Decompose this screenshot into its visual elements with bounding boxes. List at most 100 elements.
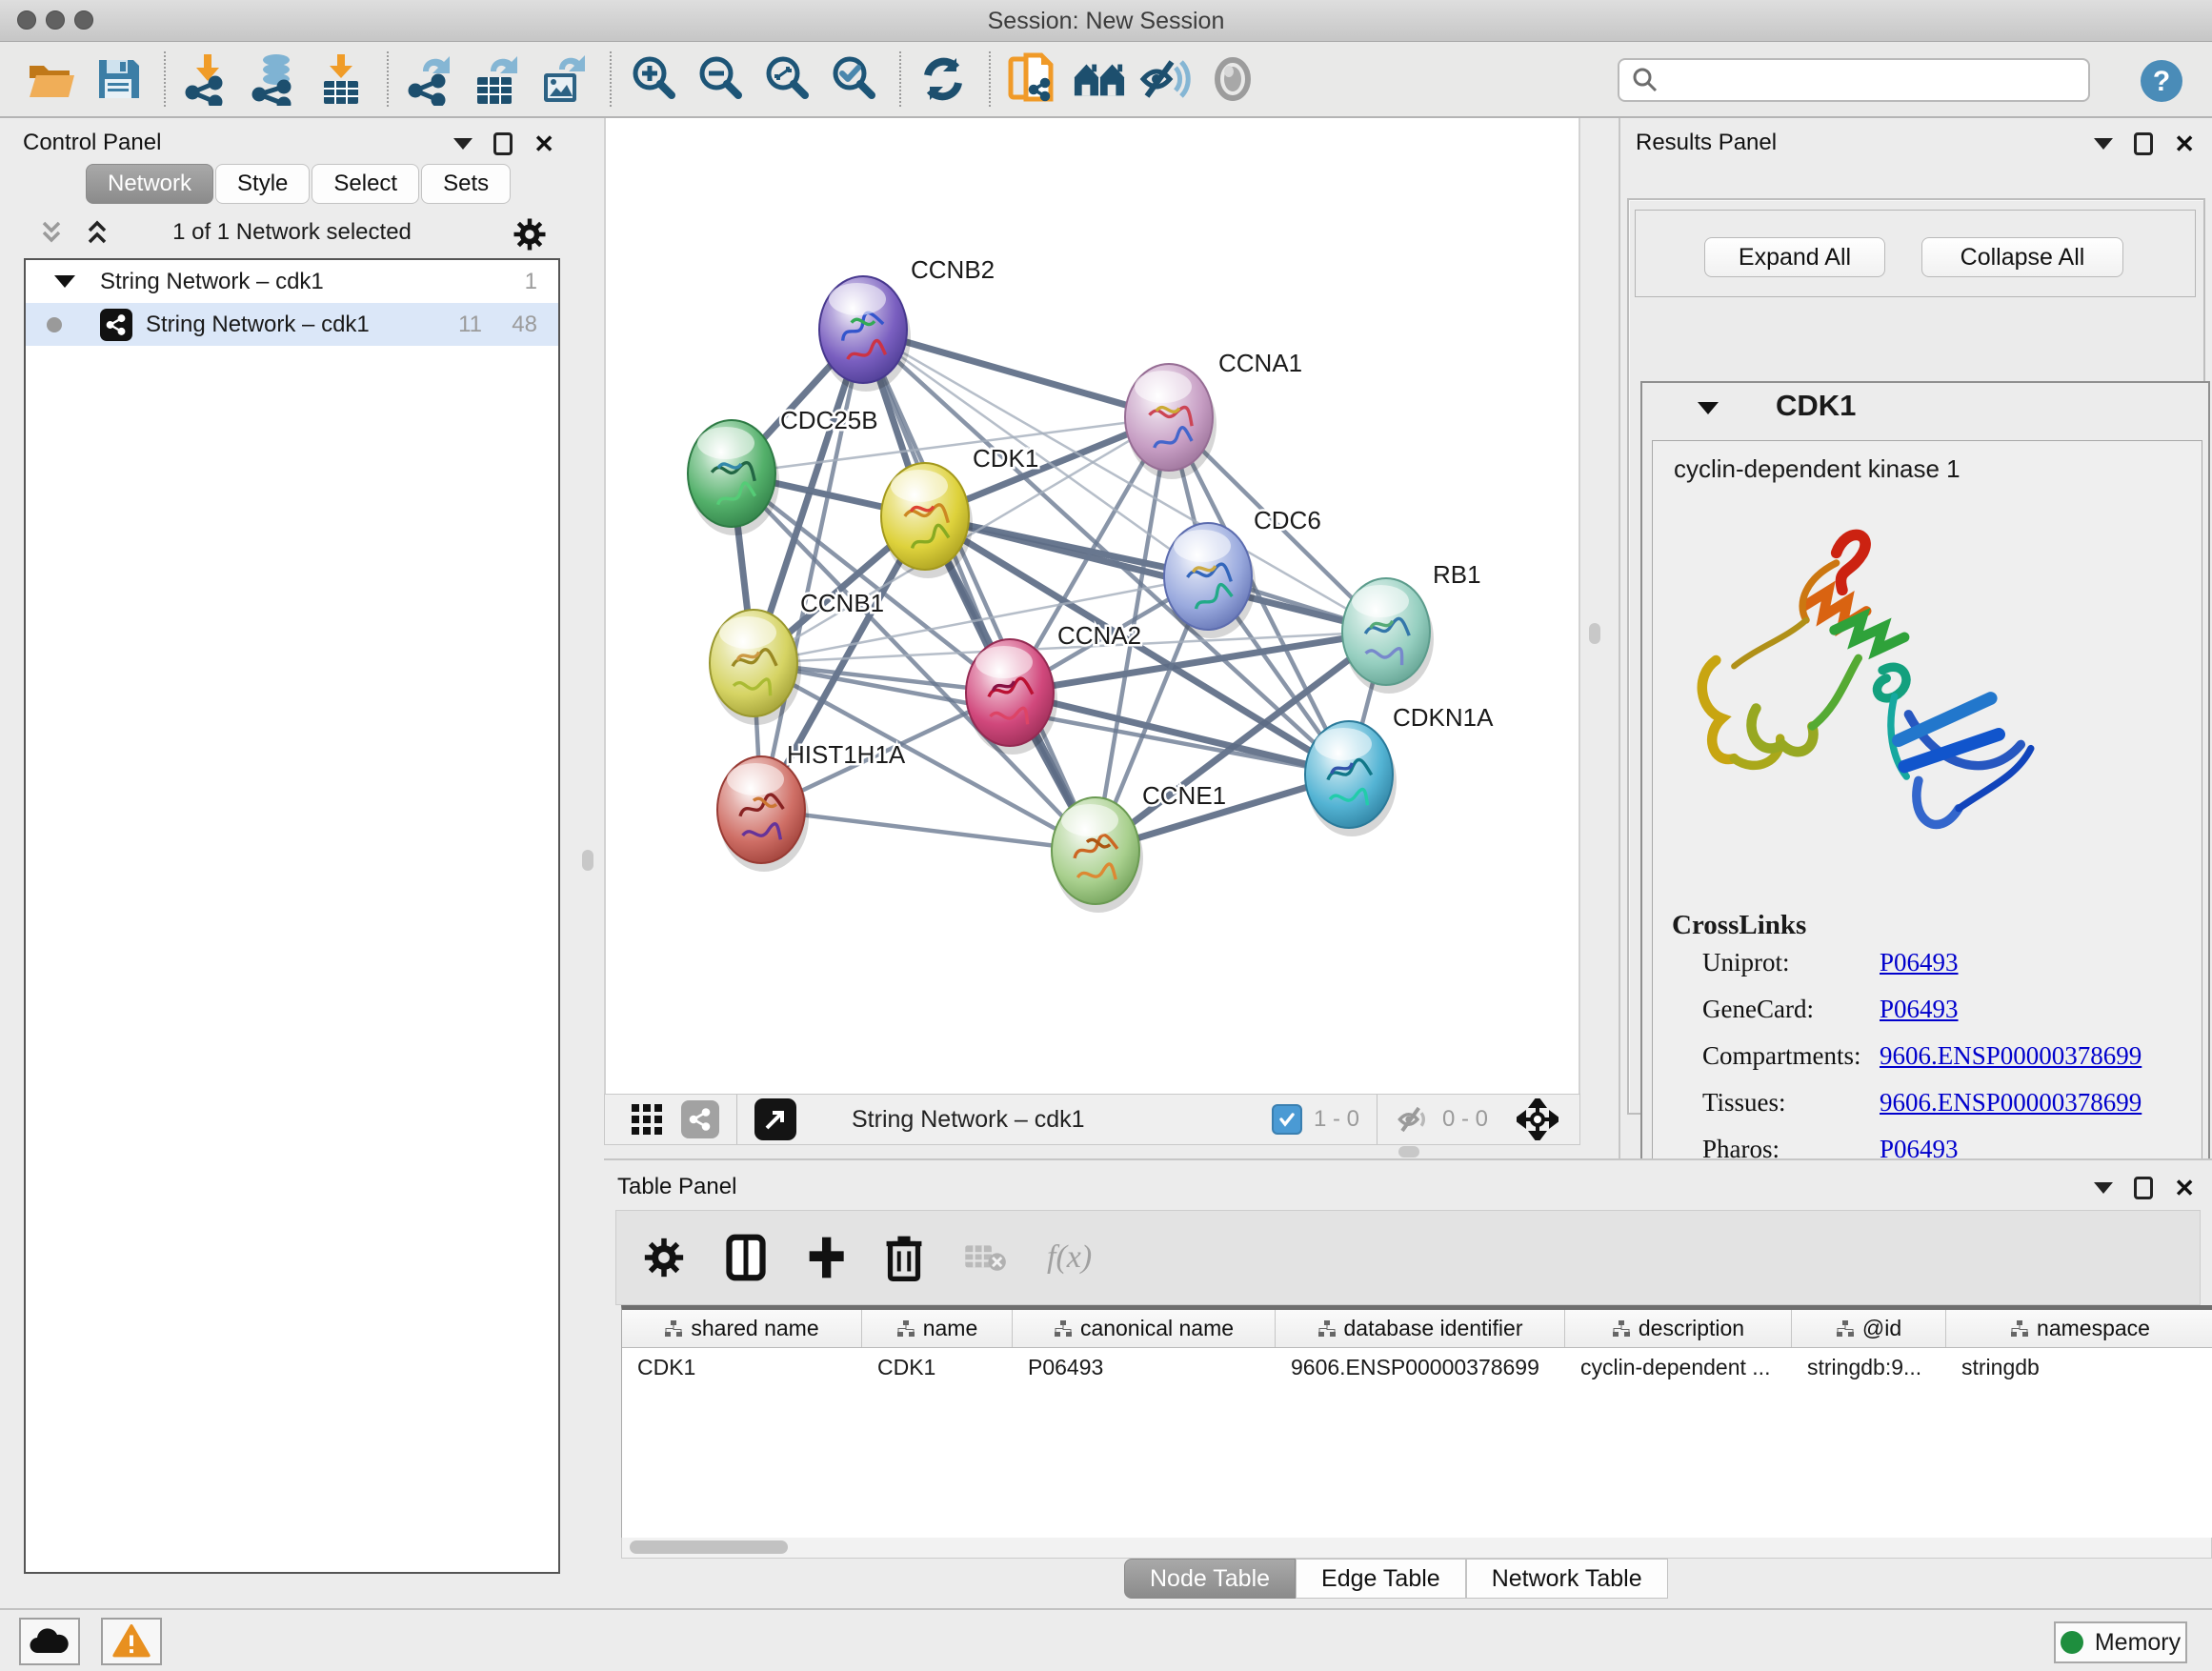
collection-expand-icon[interactable] (54, 275, 75, 288)
network-node-CCNB2[interactable] (819, 276, 911, 392)
network-node-CDK1[interactable] (881, 463, 973, 578)
export-network-button[interactable] (404, 50, 457, 108)
crosslink-link[interactable]: P06493 (1880, 995, 1959, 1024)
apply-layout-button[interactable] (916, 50, 970, 108)
network-canvas[interactable]: CCNB2CCNA1CDC25BCDK1CDC6RB1CCNB1CCNA2CDK… (606, 118, 1579, 1090)
table-cell[interactable]: 9606.ENSP00000378699 (1276, 1348, 1565, 1386)
tab-sets[interactable]: Sets (421, 164, 511, 204)
tab-node-table[interactable]: Node Table (1124, 1559, 1296, 1599)
memory-button[interactable]: Memory (2054, 1621, 2187, 1663)
tab-select[interactable]: Select (312, 164, 419, 204)
network-node-CDKN1A[interactable] (1305, 721, 1397, 836)
selected-nodes-checkbox[interactable] (1272, 1104, 1302, 1135)
zoom-selected-button[interactable] (827, 50, 880, 108)
collapse-panel-icon[interactable] (2094, 1182, 2113, 1194)
warning-status-button[interactable] (101, 1618, 162, 1665)
clone-network-button[interactable] (1006, 50, 1059, 108)
column-header-shared-name[interactable]: shared name (622, 1310, 862, 1347)
tab-network[interactable]: Network (86, 164, 213, 204)
save-session-button[interactable] (91, 50, 145, 108)
crosslink-link[interactable]: P06493 (1880, 948, 1959, 977)
column-header-canonical-name[interactable]: canonical name (1013, 1310, 1276, 1347)
table-panel: Table Panel ✕ (604, 1158, 2212, 1608)
collapse-all-button[interactable]: Collapse All (1921, 237, 2123, 277)
network-node-RB1[interactable] (1342, 578, 1434, 694)
gene-expand-triangle-icon[interactable] (1698, 402, 1719, 414)
column-header-database-identifier[interactable]: database identifier (1276, 1310, 1565, 1347)
table-options-gear-icon[interactable] (643, 1237, 685, 1278)
zoom-fit-button[interactable] (760, 50, 814, 108)
table-cell[interactable]: stringdb (1946, 1348, 2212, 1386)
network-node-CCNA2[interactable] (966, 639, 1057, 755)
network-node-CDC6[interactable] (1164, 523, 1256, 638)
close-panel-icon[interactable]: ✕ (2174, 1176, 2195, 1200)
table-cell[interactable]: P06493 (1013, 1348, 1276, 1386)
crosslink-link[interactable]: 9606.ENSP00000378699 (1880, 1041, 2142, 1071)
add-column-icon[interactable] (807, 1235, 845, 1280)
houses-icon (1073, 56, 1126, 102)
collapse-panel-icon[interactable] (2094, 138, 2113, 150)
close-panel-icon[interactable]: ✕ (2174, 131, 2195, 156)
tab-edge-table[interactable]: Edge Table (1296, 1559, 1466, 1599)
crosslink-link[interactable]: 9606.ENSP00000378699 (1880, 1088, 2142, 1117)
import-network-from-database-button[interactable] (248, 50, 301, 108)
network-node-HIST1H1A[interactable] (717, 756, 809, 872)
tab-style[interactable]: Style (215, 164, 310, 204)
node-label-CDC25B: CDC25B (780, 406, 878, 434)
detach-view-button[interactable] (754, 1098, 796, 1140)
crosslink-row: Tissues:9606.ENSP00000378699 (1702, 1088, 2179, 1117)
column-header-id[interactable]: @id (1792, 1310, 1946, 1347)
cloud-status-button[interactable] (19, 1618, 80, 1665)
open-session-button[interactable] (25, 50, 78, 108)
grid-mode-icon[interactable] (630, 1102, 664, 1137)
edge-CCNE1-HIST1H1A[interactable] (761, 810, 1096, 851)
hidden-eye-slash-icon[interactable] (1395, 1104, 1433, 1135)
table-row[interactable]: CDK1CDK1P064939606.ENSP00000378699cyclin… (622, 1348, 2212, 1386)
zoom-in-button[interactable] (627, 50, 680, 108)
table-horizontal-scrollbar[interactable] (621, 1538, 2212, 1559)
close-panel-icon[interactable]: ✕ (533, 131, 554, 156)
export-network-icon (406, 52, 455, 106)
column-header-namespace[interactable]: namespace (1946, 1310, 2212, 1347)
show-graphics-details-button[interactable] (1206, 50, 1259, 108)
network-node-CCNA1[interactable] (1125, 364, 1217, 479)
node-label-CDC6: CDC6 (1254, 506, 1321, 534)
edge-CCNB2-HIST1H1A[interactable] (761, 330, 863, 810)
scrollbar-thumb[interactable] (630, 1540, 788, 1554)
edge-CCNB2-CCNE1[interactable] (863, 330, 1096, 851)
show-all-networks-button[interactable] (1073, 50, 1126, 108)
right-splitter-handle[interactable] (1589, 623, 1600, 644)
zoom-out-button[interactable] (694, 50, 747, 108)
table-cell[interactable]: CDK1 (862, 1348, 1013, 1386)
import-table-button[interactable] (314, 50, 368, 108)
tab-network-table[interactable]: Network Table (1466, 1559, 1668, 1599)
delete-column-icon[interactable] (885, 1234, 923, 1281)
show-columns-icon[interactable] (725, 1234, 767, 1281)
help-button[interactable]: ? (2140, 59, 2183, 108)
table-cell[interactable]: stringdb:9... (1792, 1348, 1946, 1386)
table-cell[interactable]: CDK1 (622, 1348, 862, 1386)
network-mode-button[interactable] (681, 1100, 719, 1138)
bottom-splitter-handle[interactable] (1398, 1146, 1419, 1158)
expand-all-button[interactable]: Expand All (1704, 237, 1885, 277)
table-cell[interactable]: cyclin-dependent ... (1565, 1348, 1792, 1386)
import-network-button[interactable] (181, 50, 234, 108)
network-options-gear-icon[interactable] (513, 217, 547, 252)
hide-selected-button[interactable] (1139, 50, 1193, 108)
search-input[interactable] (1659, 67, 2060, 93)
float-panel-icon[interactable] (2134, 1177, 2153, 1199)
network-collection-row[interactable]: String Network – cdk1 1 (26, 260, 558, 303)
column-header-description[interactable]: description (1565, 1310, 1792, 1347)
left-splitter-handle[interactable] (582, 850, 593, 871)
network-node-CCNB1[interactable] (710, 610, 801, 725)
toolbar-separator (387, 51, 389, 107)
pan-crosshair-icon[interactable] (1517, 1098, 1558, 1140)
network-row-selected[interactable]: String Network – cdk1 11 48 (26, 303, 558, 346)
column-header-name[interactable]: name (862, 1310, 1013, 1347)
export-image-button[interactable] (537, 50, 591, 108)
export-table-button[interactable] (471, 50, 524, 108)
network-node-CCNE1[interactable] (1052, 797, 1143, 913)
float-panel-icon[interactable] (2134, 132, 2153, 155)
collapse-panel-icon[interactable] (453, 138, 473, 150)
float-panel-icon[interactable] (493, 132, 513, 155)
